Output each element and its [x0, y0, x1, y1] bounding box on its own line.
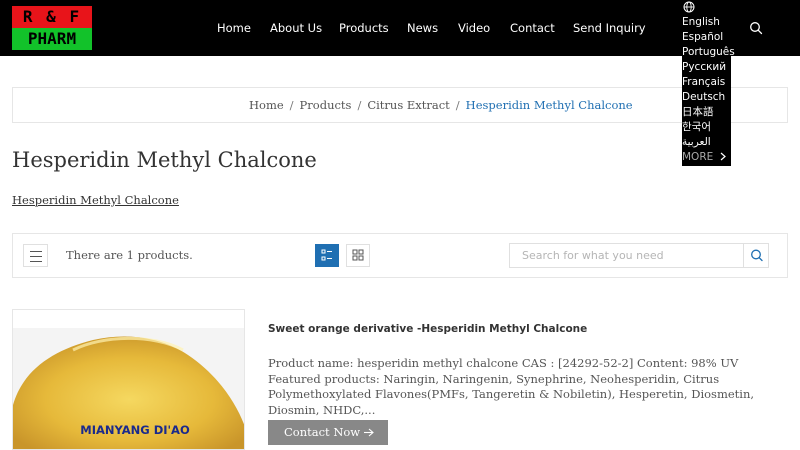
- product-search: [509, 243, 769, 268]
- language-option[interactable]: English: [682, 15, 720, 30]
- menu-button[interactable]: [23, 244, 48, 267]
- search-icon: [751, 249, 763, 262]
- search-button[interactable]: [743, 243, 769, 268]
- hamburger-icon-line: [30, 256, 42, 257]
- language-option[interactable]: Pусский: [682, 60, 726, 75]
- language-option[interactable]: Português: [682, 45, 735, 60]
- breadcrumb-category[interactable]: Citrus Extract: [367, 98, 449, 112]
- page-title: Hesperidin Methyl Chalcone: [12, 148, 317, 172]
- category-link[interactable]: Hesperidin Methyl Chalcone: [12, 193, 179, 207]
- contact-now-button[interactable]: Contact Now: [268, 420, 388, 445]
- nav-home[interactable]: Home: [217, 0, 251, 56]
- breadcrumb-bar: Home / Products / Citrus Extract / Hesperidin …: [12, 87, 788, 123]
- language-more-link[interactable]: MORE: [682, 150, 727, 165]
- product-count: There are 1 products.: [66, 248, 193, 262]
- product-image[interactable]: MIANYANG DI'AO: [12, 309, 245, 450]
- product-photo: MIANYANG DI'AO: [13, 310, 244, 449]
- logo[interactable]: R & F PHARM: [12, 6, 92, 50]
- breadcrumb-separator: /: [289, 98, 294, 112]
- hamburger-icon-line: [30, 251, 42, 252]
- language-dropdown: English Español Português Pусский França…: [682, 0, 735, 166]
- arrow-right-icon: [364, 428, 374, 437]
- nav-products[interactable]: Products: [339, 0, 389, 56]
- nav-send-inquiry[interactable]: Send Inquiry: [573, 0, 646, 56]
- logo-line-2: PHARM: [12, 28, 92, 50]
- breadcrumb-products[interactable]: Products: [300, 98, 352, 112]
- breadcrumb-separator: /: [455, 98, 460, 112]
- list-view-button[interactable]: [315, 244, 339, 267]
- hamburger-icon-line: [30, 261, 42, 262]
- breadcrumb-home[interactable]: Home: [249, 98, 284, 112]
- product-description: Product name: hesperidin methyl chalcone…: [268, 356, 755, 417]
- product-name[interactable]: Sweet orange derivative -Hesperidin Meth…: [268, 323, 587, 335]
- nav-about-us[interactable]: About Us: [270, 0, 322, 56]
- language-option[interactable]: Español: [682, 30, 723, 45]
- globe-icon[interactable]: [683, 1, 695, 13]
- language-option[interactable]: 한국어: [682, 120, 711, 135]
- language-more-label: MORE: [682, 151, 714, 163]
- language-option[interactable]: Deutsch: [682, 90, 725, 105]
- nav-contact[interactable]: Contact: [510, 0, 555, 56]
- breadcrumb: Home / Products / Citrus Extract / Hesperidin …: [249, 88, 633, 122]
- breadcrumb-current: Hesperidin Methyl Chalcone: [465, 98, 633, 112]
- language-option[interactable]: 日本語: [682, 105, 714, 120]
- grid-view-icon: [352, 249, 364, 261]
- image-watermark: MIANYANG DI'AO: [80, 423, 190, 437]
- nav-news[interactable]: News: [407, 0, 438, 56]
- breadcrumb-separator: /: [357, 98, 362, 112]
- logo-line-1: R & F: [12, 6, 92, 28]
- site-header: R & F PHARM Home About Us Products News …: [0, 0, 800, 56]
- list-view-icon: [321, 249, 332, 261]
- grid-view-button[interactable]: [346, 244, 370, 267]
- language-option[interactable]: العربية: [682, 135, 711, 150]
- product-toolbar: There are 1 products.: [12, 233, 788, 278]
- contact-now-label: Contact Now: [284, 425, 361, 439]
- search-icon[interactable]: [749, 21, 763, 35]
- language-option[interactable]: Français: [682, 75, 725, 90]
- nav-video[interactable]: Video: [458, 0, 490, 56]
- chevron-right-icon: [720, 152, 726, 161]
- search-input[interactable]: [510, 244, 742, 267]
